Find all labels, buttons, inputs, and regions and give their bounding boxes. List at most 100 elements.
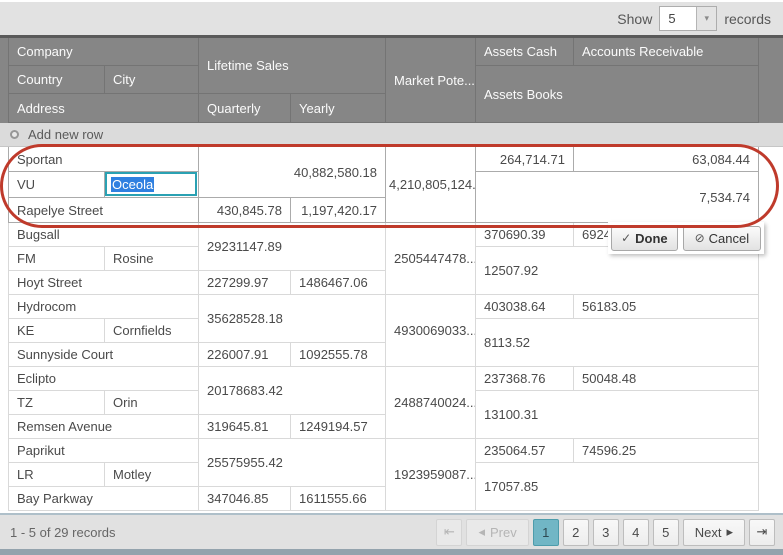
grid-header: Company Country City Address Lifetime Sa… xyxy=(0,38,783,123)
cell-accounts-receivable[interactable]: 63,084.44 xyxy=(574,147,759,172)
cell-country[interactable]: VU xyxy=(8,172,105,198)
cell-accounts-receivable[interactable]: 50048.48 xyxy=(574,367,759,391)
cell-yearly[interactable]: 1486467.06 xyxy=(291,271,386,295)
cell-assets-books[interactable]: 17057.85 xyxy=(476,463,759,511)
cell-assets-books[interactable]: 13100.31 xyxy=(476,391,759,439)
cell-address[interactable]: Rapelye Street xyxy=(8,198,199,223)
cell-address[interactable]: Hoyt Street xyxy=(8,271,199,295)
cell-city[interactable]: Cornfields xyxy=(105,319,199,343)
add-new-row-label: Add new row xyxy=(28,127,103,142)
cell-market-potential[interactable]: 4930069033.... xyxy=(386,295,476,367)
cell-yearly[interactable]: 1,197,420.17 xyxy=(291,198,386,223)
header-yearly[interactable]: Yearly xyxy=(291,94,386,123)
header-quarterly[interactable]: Quarterly xyxy=(199,94,291,123)
page-button-3[interactable]: 3 xyxy=(593,519,619,546)
cell-quarterly[interactable]: 226007.91 xyxy=(199,343,291,367)
first-page-button[interactable]: ⇤ xyxy=(436,519,462,546)
cell-quarterly[interactable]: 430,845.78 xyxy=(199,198,291,223)
check-icon: ✓ xyxy=(621,231,631,245)
header-assets-books[interactable]: Assets Books xyxy=(476,66,759,123)
cell-address[interactable]: Sunnyside Court xyxy=(8,343,199,367)
city-editor-input[interactable]: Oceola xyxy=(105,172,197,196)
cell-city[interactable]: Oceola xyxy=(105,172,199,198)
cell-assets-books[interactable]: 8113.52 xyxy=(476,319,759,367)
cell-address[interactable]: Bay Parkway xyxy=(8,487,199,511)
cancel-label: Cancel xyxy=(709,231,749,246)
cell-assets-cash[interactable]: 403038.64 xyxy=(476,295,574,319)
cell-accounts-receivable[interactable]: 74596.25 xyxy=(574,439,759,463)
last-page-button[interactable]: ⇥ xyxy=(749,519,775,546)
rows-host: Bugsall FM Rosine Hoyt Street 29231147.8… xyxy=(0,223,783,511)
header-address[interactable]: Address xyxy=(8,94,199,123)
add-new-row-button[interactable]: Add new row xyxy=(0,123,783,147)
cell-country[interactable]: FM xyxy=(8,247,105,271)
cell-quarterly[interactable]: 319645.81 xyxy=(199,415,291,439)
table-row-group[interactable]: Hydrocom KE Cornfields Sunnyside Court 3… xyxy=(8,295,759,367)
cell-company[interactable]: Eclipto xyxy=(8,367,199,391)
cell-yearly[interactable]: 1611555.66 xyxy=(291,487,386,511)
table-row-group[interactable]: Paprikut LR Motley Bay Parkway 25575955.… xyxy=(8,439,759,511)
window-bottom-edge xyxy=(0,549,783,555)
header-market-potential[interactable]: Market Pote... xyxy=(386,38,476,123)
pager: ⇤ ◂ Prev 1 2 3 4 5 Next ▸ ⇥ xyxy=(436,519,775,546)
cancel-button[interactable]: ⊘ Cancel xyxy=(683,226,761,251)
cell-lifetime-sales[interactable]: 25575955.42 xyxy=(199,439,386,487)
table-row-group[interactable]: Eclipto TZ Orin Remsen Avenue 20178683.4… xyxy=(8,367,759,439)
cell-yearly[interactable]: 1092555.78 xyxy=(291,343,386,367)
cell-market-potential[interactable]: 4,210,805,124.6 xyxy=(386,147,476,223)
cell-assets-books[interactable]: 12507.92 xyxy=(476,247,759,295)
cell-lifetime-sales[interactable]: 40,882,580.18 xyxy=(199,147,386,198)
header-country[interactable]: Country xyxy=(8,66,105,94)
page-button-2[interactable]: 2 xyxy=(563,519,589,546)
cancel-circle-icon: ⊘ xyxy=(695,231,705,245)
cell-market-potential[interactable]: 2505447478.... xyxy=(386,223,476,295)
cell-country[interactable]: KE xyxy=(8,319,105,343)
cell-city[interactable]: Motley xyxy=(105,463,199,487)
header-lifetime-sales[interactable]: Lifetime Sales xyxy=(199,38,386,94)
records-status: 1 - 5 of 29 records xyxy=(10,525,436,540)
next-page-button[interactable]: Next ▸ xyxy=(683,519,745,546)
header-company[interactable]: Company xyxy=(8,38,199,66)
header-city[interactable]: City xyxy=(105,66,199,94)
show-label: Show xyxy=(617,11,652,27)
cell-quarterly[interactable]: 227299.97 xyxy=(199,271,291,295)
done-label: Done xyxy=(635,231,668,246)
grid-footer: 1 - 5 of 29 records ⇤ ◂ Prev 1 2 3 4 5 N… xyxy=(0,513,783,549)
cell-accounts-receivable[interactable]: 56183.05 xyxy=(574,295,759,319)
cell-assets-cash[interactable]: 264,714.71 xyxy=(476,147,574,172)
add-circle-icon xyxy=(10,130,19,139)
edit-confirm-popup: ✓ Done ⊘ Cancel xyxy=(608,222,764,254)
page-size-value[interactable]: 5 xyxy=(660,7,696,30)
cell-lifetime-sales[interactable]: 35628528.18 xyxy=(199,295,386,343)
cell-market-potential[interactable]: 1923959087.... xyxy=(386,439,476,511)
cell-lifetime-sales[interactable]: 20178683.42 xyxy=(199,367,386,415)
cell-company[interactable]: Sportan xyxy=(8,147,199,172)
cell-city[interactable]: Rosine xyxy=(105,247,199,271)
next-arrow-icon: ▸ xyxy=(726,524,733,540)
page-button-5[interactable]: 5 xyxy=(653,519,679,546)
cell-market-potential[interactable]: 2488740024.... xyxy=(386,367,476,439)
cell-assets-cash[interactable]: 235064.57 xyxy=(476,439,574,463)
edit-row-group[interactable]: Sportan VU Oceola Rapelye Street 40,882,… xyxy=(8,147,759,223)
done-button[interactable]: ✓ Done xyxy=(611,226,678,251)
chevron-down-icon[interactable]: ▾ xyxy=(696,7,716,30)
cell-quarterly[interactable]: 347046.85 xyxy=(199,487,291,511)
cell-lifetime-sales[interactable]: 29231147.89 xyxy=(199,223,386,271)
page-button-1[interactable]: 1 xyxy=(533,519,559,546)
cell-company[interactable]: Paprikut xyxy=(8,439,199,463)
cell-company[interactable]: Bugsall xyxy=(8,223,199,247)
cell-assets-cash[interactable]: 370690.39 xyxy=(476,223,574,247)
cell-city[interactable]: Orin xyxy=(105,391,199,415)
cell-assets-books[interactable]: 7,534.74 xyxy=(476,172,759,223)
cell-assets-cash[interactable]: 237368.76 xyxy=(476,367,574,391)
cell-country[interactable]: LR xyxy=(8,463,105,487)
prev-page-button[interactable]: ◂ Prev xyxy=(466,519,528,546)
cell-yearly[interactable]: 1249194.57 xyxy=(291,415,386,439)
cell-address[interactable]: Remsen Avenue xyxy=(8,415,199,439)
cell-country[interactable]: TZ xyxy=(8,391,105,415)
page-button-4[interactable]: 4 xyxy=(623,519,649,546)
header-assets-cash[interactable]: Assets Cash xyxy=(476,38,574,66)
page-size-control[interactable]: 5 ▾ xyxy=(659,6,717,31)
cell-company[interactable]: Hydrocom xyxy=(8,295,199,319)
header-accounts-receivable[interactable]: Accounts Receivable xyxy=(574,38,759,66)
